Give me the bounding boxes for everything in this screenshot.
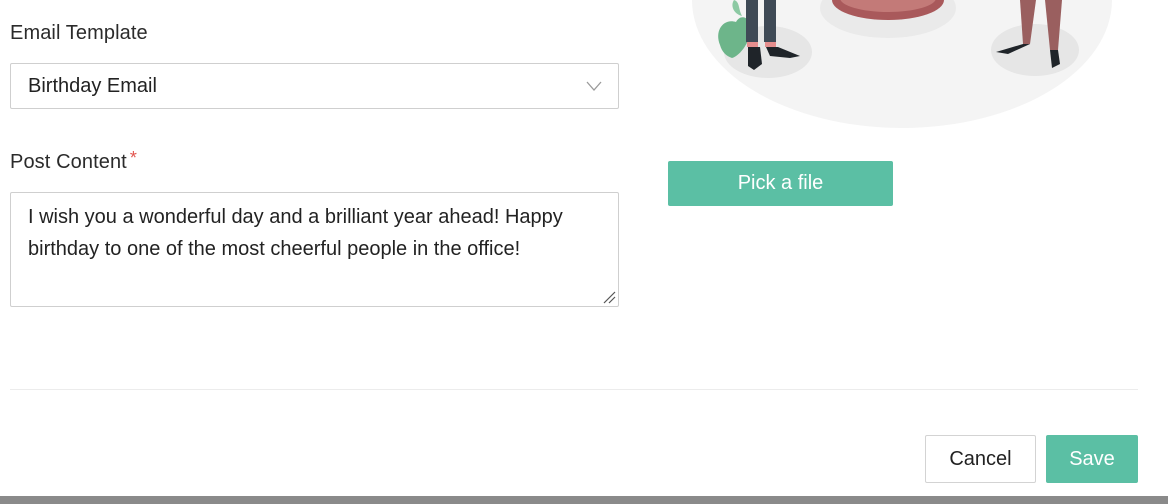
email-template-value: Birthday Email [28, 75, 157, 97]
bottom-edge-bar [0, 496, 1168, 504]
resize-grip-icon[interactable] [602, 290, 616, 304]
footer-divider [10, 389, 1138, 390]
chevron-down-icon [586, 81, 602, 91]
post-content-label-text: Post Content [10, 151, 127, 173]
birthday-illustration [692, 0, 1112, 128]
post-content-label: Post Content * [10, 148, 137, 174]
email-template-label: Email Template [10, 22, 148, 44]
post-content-text: I wish you a wonderful day and a brillia… [28, 206, 563, 260]
post-content-textarea[interactable]: I wish you a wonderful day and a brillia… [10, 192, 619, 307]
required-asterisk: * [129, 148, 137, 168]
email-template-select[interactable]: Birthday Email [10, 63, 619, 109]
save-button[interactable]: Save [1046, 435, 1138, 483]
cancel-button[interactable]: Cancel [925, 435, 1036, 483]
pick-file-button[interactable]: Pick a file [668, 161, 893, 206]
post-form-page: Email Template Birthday Email Post Conte… [0, 0, 1168, 504]
